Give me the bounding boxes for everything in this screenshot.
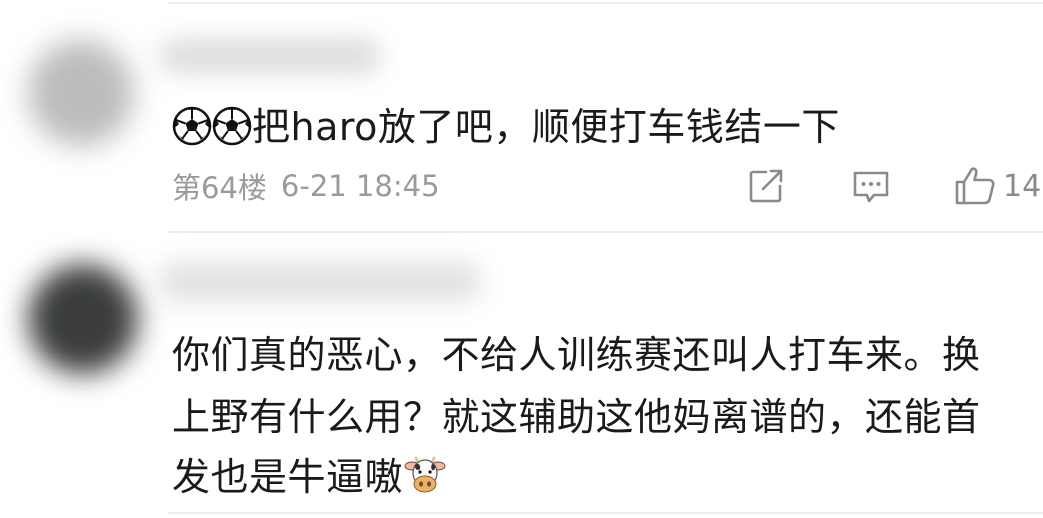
like-button[interactable]: 14 (953, 166, 1041, 206)
reply-icon (853, 171, 889, 203)
comment-text: 把haro放了吧，顺便打车钱结一下 (252, 105, 840, 149)
like-icon (955, 167, 995, 205)
comment-text: 发也是牛逼嗷 (172, 455, 404, 499)
floor-number: 第64楼 (172, 171, 267, 205)
comment-content-line-2: 上野有什么用？就这辅助这他妈离谱的，还能首 (172, 395, 981, 439)
username-blurred[interactable] (160, 262, 480, 302)
comment-divider (168, 231, 1043, 233)
timestamp: 6-21 18:45 (280, 169, 440, 203)
comment-content-line-3: 发也是牛逼嗷 (172, 446, 447, 505)
reply-button[interactable] (850, 166, 892, 206)
top-divider (168, 2, 1043, 4)
username-blurred[interactable] (160, 38, 380, 74)
share-button[interactable] (746, 166, 786, 206)
like-count: 14 (1003, 168, 1042, 204)
comment-content-line-1: 你们真的恶心，不给人训练赛还叫人打车来。换 (172, 333, 981, 377)
soccer-ball-icon (212, 106, 252, 155)
cow-face-icon (403, 452, 447, 505)
comment-content: 把haro放了吧，顺便打车钱结一下 (172, 96, 840, 155)
share-icon (749, 169, 783, 203)
soccer-ball-icon (172, 106, 212, 155)
avatar[interactable] (28, 264, 138, 374)
avatar[interactable] (28, 40, 134, 146)
comment-divider (168, 512, 1043, 514)
comment-meta: 第64楼 6-21 18:45 (172, 166, 440, 206)
